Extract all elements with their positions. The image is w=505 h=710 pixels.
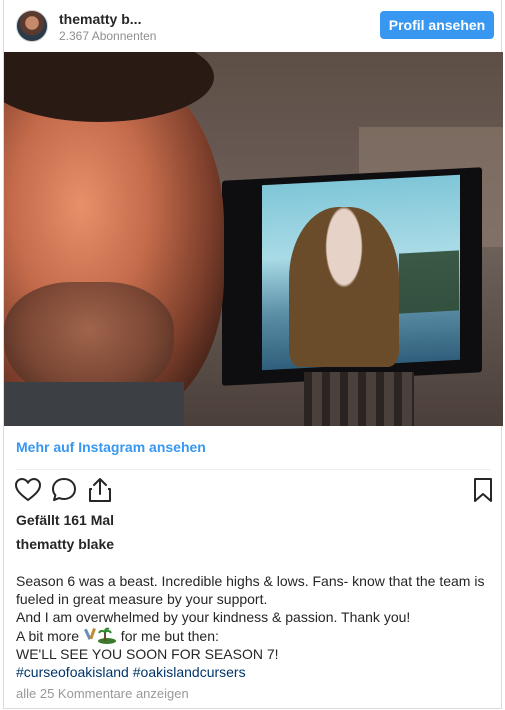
photo-shirt <box>4 382 184 426</box>
divider <box>16 469 491 470</box>
caption-text: for me but then: <box>116 628 219 644</box>
username[interactable]: thematty b... <box>59 11 141 27</box>
share-icon[interactable] <box>86 476 114 504</box>
avatar[interactable] <box>16 10 48 42</box>
view-all-comments-link[interactable]: alle 25 Kommentare anzeigen <box>16 686 189 701</box>
hashtag-link[interactable]: #curseofoakisland <box>16 664 129 680</box>
post-photo[interactable] <box>4 52 503 426</box>
caption-line-with-emoji: A bit more for me but then: <box>16 626 494 645</box>
heart-icon[interactable] <box>14 476 42 504</box>
caption-username[interactable]: thematty blake <box>16 536 114 552</box>
caption-text: A bit more <box>16 628 83 644</box>
like-count[interactable]: Gefällt 161 Mal <box>16 512 114 528</box>
follower-count: 2.367 Abonnenten <box>59 29 157 43</box>
caption-line: And I am overwhelmed by your kindness & … <box>16 609 411 625</box>
photo-trees <box>399 250 459 314</box>
caption-hashtags: #curseofoakisland #oakislandcursers <box>16 663 494 681</box>
view-more-on-instagram-link[interactable]: Mehr auf Instagram ansehen <box>16 439 206 455</box>
bookmark-icon[interactable] <box>469 476 497 504</box>
view-profile-button[interactable]: Profil ansehen <box>380 11 494 39</box>
shovel-and-island-emoji-icon <box>83 627 116 644</box>
post-caption: Season 6 was a beast. Incredible highs &… <box>16 572 494 681</box>
hashtag-link[interactable]: #oakislandcursers <box>133 664 246 680</box>
post-header: thematty b... 2.367 Abonnenten Profil an… <box>4 0 501 52</box>
instagram-embed-card: thematty b... 2.367 Abonnenten Profil an… <box>3 0 503 709</box>
photo-man-on-screen <box>289 207 399 367</box>
caption-line: Season 6 was a beast. Incredible highs &… <box>16 573 485 589</box>
photo-stand <box>304 372 414 426</box>
caption-line: fueled in great measure by your support. <box>16 591 268 607</box>
comment-icon[interactable] <box>50 476 78 504</box>
caption-line: WE'LL SEE YOU SOON FOR SEASON 7! <box>16 646 279 662</box>
